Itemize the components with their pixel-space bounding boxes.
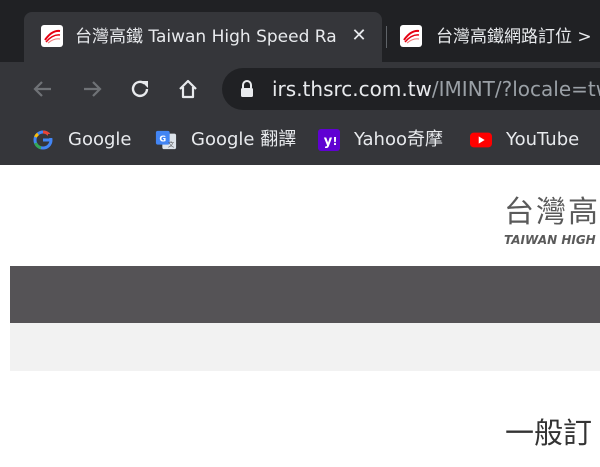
logo-chinese-text: 台灣高 — [504, 195, 600, 230]
tab-title: 台灣高鐵網路訂位 > — [436, 27, 592, 47]
svg-text:!: ! — [332, 135, 337, 148]
url-path: /IMINT/?locale=tw — [431, 77, 600, 101]
svg-text:文: 文 — [168, 139, 175, 148]
home-button[interactable] — [172, 73, 204, 105]
bookmark-google-translate[interactable]: G 文 Google 翻譯 — [155, 125, 296, 155]
tab-title: 台灣高鐵 Taiwan High Speed Ra — [75, 27, 337, 47]
bookmarks-bar: Google G 文 Google 翻譯 y ! Yahoo奇摩 YouTube — [0, 116, 600, 165]
thsr-logo[interactable]: 台灣高 TAIWAN HIGH — [504, 195, 600, 247]
google-icon — [32, 129, 54, 151]
tab-separator — [386, 26, 387, 48]
bookmark-youtube[interactable]: YouTube — [470, 125, 579, 155]
url-host: irs.thsrc.com.tw — [272, 77, 432, 101]
page-heading: 一般訂 — [505, 416, 593, 450]
bookmark-label: YouTube — [506, 129, 580, 150]
page-content: 台灣高 TAIWAN HIGH 一般訂 — [0, 165, 600, 467]
home-icon — [179, 79, 197, 99]
url-text: irs.thsrc.com.tw/IMINT/?locale=tw — [272, 78, 600, 100]
main-nav-bar — [10, 266, 600, 323]
google-translate-icon: G 文 — [155, 129, 177, 151]
bookmark-label: Yahoo奇摩 — [354, 129, 443, 150]
arrow-right-icon — [84, 81, 102, 97]
lock-icon — [241, 80, 253, 97]
svg-text:G: G — [159, 133, 166, 143]
browser-toolbar: irs.thsrc.com.tw/IMINT/?locale=tw — [0, 62, 600, 116]
address-bar[interactable]: irs.thsrc.com.tw/IMINT/?locale=tw — [222, 68, 600, 110]
bookmark-yahoo[interactable]: y ! Yahoo奇摩 — [318, 125, 443, 155]
bookmark-google[interactable]: Google — [32, 125, 131, 155]
logo-english-text: TAIWAN HIGH — [504, 233, 596, 247]
svg-text:y: y — [324, 134, 333, 149]
back-button[interactable] — [27, 73, 59, 105]
tab-active[interactable]: 台灣高鐵 Taiwan High Speed Ra ✕ — [24, 12, 382, 62]
browser-tabstrip: 台灣高鐵 Taiwan High Speed Ra ✕ 台灣高鐵網路訂位 > — [0, 0, 600, 62]
thsr-favicon-icon — [400, 25, 422, 47]
bookmark-label: Google 翻譯 — [191, 129, 297, 150]
sub-nav-bar — [10, 323, 600, 371]
tab-inactive[interactable]: 台灣高鐵網路訂位 > — [390, 12, 600, 62]
tab-close-icon[interactable]: ✕ — [345, 22, 373, 50]
bookmark-label: Google — [68, 129, 132, 150]
youtube-icon — [470, 129, 492, 151]
arrow-left-icon — [33, 81, 51, 97]
reload-button[interactable] — [124, 73, 156, 105]
reload-icon — [131, 80, 149, 98]
forward-button[interactable] — [76, 73, 108, 105]
thsr-favicon-icon — [41, 25, 63, 47]
yahoo-icon: y ! — [318, 129, 340, 151]
